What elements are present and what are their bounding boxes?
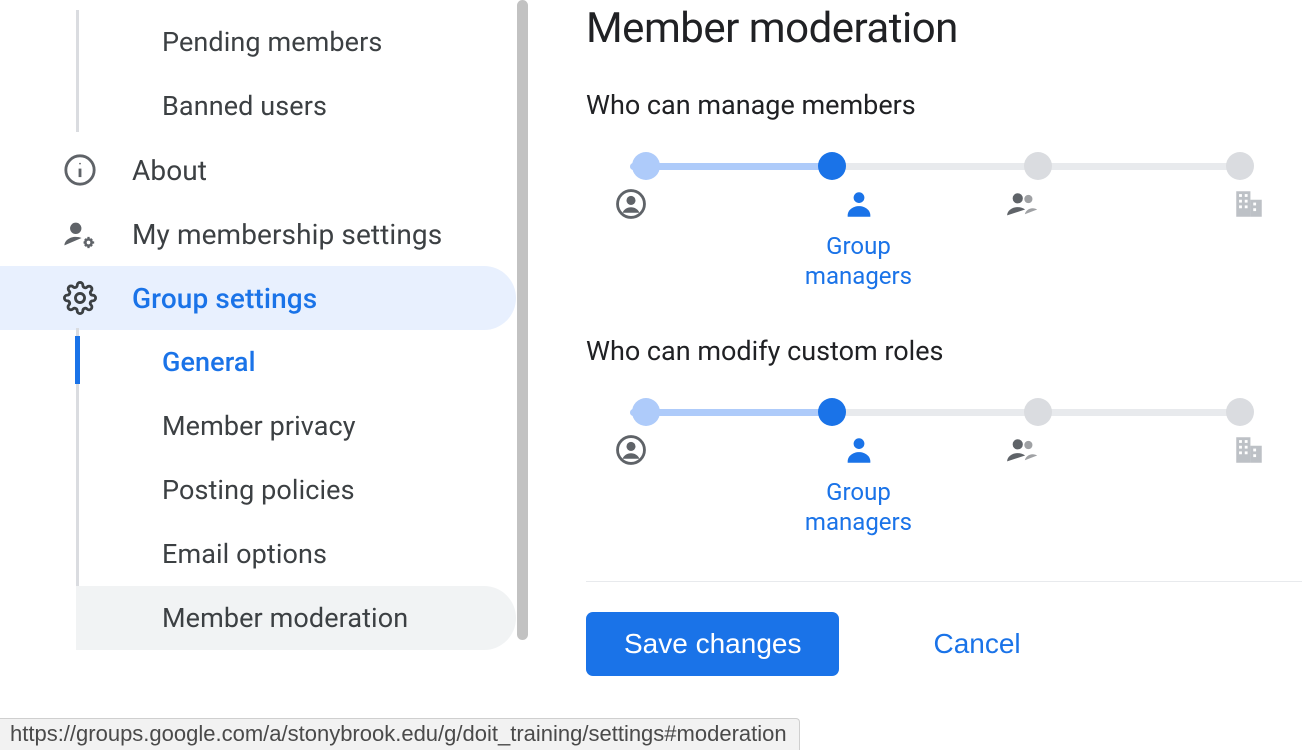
nav-label: About: [132, 154, 207, 187]
setting-label: Who can modify custom roles: [586, 335, 1304, 367]
sidebar: Pending members Banned users About My me…: [0, 0, 528, 750]
nav-group-settings[interactable]: Group settings: [0, 266, 516, 330]
button-row: Save changes Cancel: [586, 612, 1304, 676]
org-icon: [1103, 433, 1266, 537]
owner-icon: [614, 187, 777, 291]
nav-label: Member privacy: [162, 410, 356, 442]
slider-stop-members[interactable]: [1024, 152, 1052, 180]
slider-fill: [630, 163, 832, 170]
nav-label: My membership settings: [132, 218, 442, 251]
nav-pending-members[interactable]: Pending members: [76, 10, 516, 74]
slider-stop-org[interactable]: [1226, 398, 1254, 426]
tick-label: Group managers: [805, 231, 912, 291]
nav-label: Pending members: [162, 26, 382, 58]
nav-member-privacy[interactable]: Member privacy: [76, 394, 516, 458]
save-button[interactable]: Save changes: [586, 612, 839, 676]
page-title: Member moderation: [586, 4, 1304, 53]
nav-posting-policies[interactable]: Posting policies: [76, 458, 516, 522]
nav-label: Posting policies: [162, 474, 355, 506]
nav-membership-settings[interactable]: My membership settings: [0, 202, 516, 266]
nav-member-moderation[interactable]: Member moderation: [76, 586, 516, 650]
slider-stop-managers[interactable]: [818, 398, 846, 426]
members-icon: [940, 187, 1103, 291]
scrollbar-handle[interactable]: [517, 0, 528, 640]
cancel-button[interactable]: Cancel: [895, 612, 1058, 676]
owner-icon: [614, 433, 777, 537]
slider-stop-members[interactable]: [1024, 398, 1052, 426]
main-panel: Member moderation Who can manage members…: [528, 0, 1304, 750]
divider: [586, 581, 1302, 582]
manager-icon: Group managers: [777, 187, 940, 291]
nav-label: Member moderation: [162, 602, 408, 634]
setting-modify-roles: Who can modify custom roles Group manage…: [586, 335, 1304, 537]
slider-fill: [630, 409, 832, 416]
slider-stop-owners[interactable]: [632, 152, 660, 180]
members-icon: [940, 433, 1103, 537]
nav-email-options[interactable]: Email options: [76, 522, 516, 586]
role-slider[interactable]: [630, 395, 1248, 431]
slider-icon-row: Group managers: [614, 433, 1266, 537]
manager-icon: Group managers: [777, 433, 940, 537]
nav-label: Group settings: [132, 282, 317, 315]
nav-banned-users[interactable]: Banned users: [76, 74, 516, 138]
slider-stop-org[interactable]: [1226, 152, 1254, 180]
nav-label: General: [162, 346, 256, 378]
slider-stop-managers[interactable]: [818, 152, 846, 180]
nav-general[interactable]: General: [76, 330, 516, 394]
nav-about[interactable]: About: [0, 138, 516, 202]
nav-label: Banned users: [162, 90, 327, 122]
tick-label: Group managers: [805, 477, 912, 537]
person-gear-icon: [56, 217, 104, 251]
org-icon: [1103, 187, 1266, 291]
slider-icon-row: Group managers: [614, 187, 1266, 291]
setting-label: Who can manage members: [586, 89, 1304, 121]
role-slider[interactable]: [630, 149, 1248, 185]
nav-label: Email options: [162, 538, 327, 570]
info-icon: [56, 153, 104, 187]
gear-icon: [56, 281, 104, 315]
slider-stop-owners[interactable]: [632, 398, 660, 426]
status-url: https://groups.google.com/a/stonybrook.e…: [0, 718, 800, 750]
setting-manage-members: Who can manage members Group managers: [586, 89, 1304, 291]
